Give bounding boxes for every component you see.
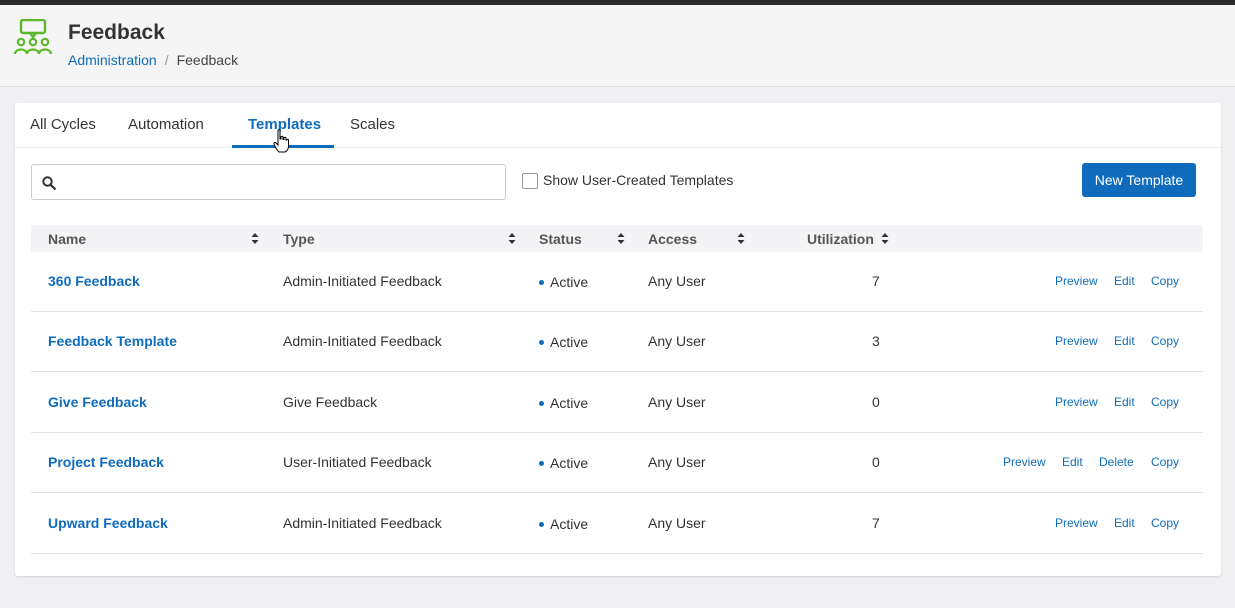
sort-icon[interactable] (881, 232, 889, 245)
preview-link[interactable]: Preview (1055, 395, 1098, 409)
status-badge: Active (539, 274, 588, 290)
access-value: Any User (648, 333, 706, 349)
table-header: Name Type Status Access Utilization (31, 225, 1203, 252)
breadcrumb: Administration / Feedback (68, 52, 238, 68)
new-template-button[interactable]: New Template (1082, 163, 1196, 197)
edit-link[interactable]: Edit (1114, 334, 1135, 348)
template-name-link[interactable]: 360 Feedback (48, 273, 140, 289)
status-dot-icon (539, 521, 544, 527)
template-name-link[interactable]: Upward Feedback (48, 515, 168, 531)
copy-link[interactable]: Copy (1151, 516, 1179, 530)
preview-link[interactable]: Preview (1055, 334, 1098, 348)
status-text: Active (550, 516, 589, 532)
preview-link[interactable]: Preview (1055, 274, 1098, 288)
table-row: Project Feedback User-Initiated Feedback… (31, 433, 1203, 493)
utilization-value: 0 (872, 394, 880, 410)
edit-link[interactable]: Edit (1114, 395, 1135, 409)
template-name-link[interactable]: Give Feedback (48, 394, 147, 410)
status-text: Active (550, 455, 589, 471)
status-text: Active (550, 395, 589, 411)
copy-link[interactable]: Copy (1151, 274, 1179, 288)
table-row: Give Feedback Give Feedback Active Any U… (31, 373, 1203, 433)
template-type: Admin-Initiated Feedback (283, 273, 442, 289)
page-header: Feedback Administration / Feedback (0, 5, 1235, 87)
sort-icon[interactable] (737, 232, 745, 245)
edit-link[interactable]: Edit (1062, 455, 1083, 469)
utilization-value: 3 (872, 333, 880, 349)
tab-all-cycles[interactable]: All Cycles (30, 116, 96, 133)
tab-scales[interactable]: Scales (350, 116, 395, 133)
copy-link[interactable]: Copy (1151, 334, 1179, 348)
breadcrumb-administration-link[interactable]: Administration (68, 52, 157, 68)
preview-link[interactable]: Preview (1003, 455, 1046, 469)
sort-icon[interactable] (251, 232, 259, 245)
hand-cursor-icon (273, 129, 289, 153)
status-dot-icon (539, 279, 544, 285)
utilization-value: 7 (872, 273, 880, 289)
access-value: Any User (648, 273, 706, 289)
table-row: Upward Feedback Admin-Initiated Feedback… (31, 494, 1203, 554)
copy-link[interactable]: Copy (1151, 395, 1179, 409)
column-header-utilization[interactable]: Utilization (807, 231, 874, 247)
feedback-logo-icon (14, 19, 52, 55)
sort-icon[interactable] (508, 232, 516, 245)
utilization-value: 0 (872, 454, 880, 470)
edit-link[interactable]: Edit (1114, 274, 1135, 288)
search-icon (42, 176, 56, 190)
sort-icon[interactable] (617, 232, 625, 245)
status-badge: Active (539, 334, 588, 350)
table-row: 360 Feedback Admin-Initiated Feedback Ac… (31, 252, 1203, 312)
status-text: Active (550, 334, 589, 350)
templates-card: All Cycles Automation Templates Scales S… (15, 103, 1221, 576)
status-text: Active (550, 274, 589, 290)
show-user-created-label[interactable]: Show User-Created Templates (543, 172, 733, 188)
utilization-value: 7 (872, 515, 880, 531)
tab-bar: All Cycles Automation Templates Scales (15, 103, 1221, 153)
show-user-created-checkbox[interactable] (522, 173, 538, 189)
template-name-link[interactable]: Feedback Template (48, 333, 177, 349)
page-title: Feedback (68, 21, 165, 44)
status-dot-icon (539, 339, 544, 345)
column-header-access[interactable]: Access (648, 231, 697, 247)
status-badge: Active (539, 395, 588, 411)
template-type: User-Initiated Feedback (283, 454, 432, 470)
preview-link[interactable]: Preview (1055, 516, 1098, 530)
access-value: Any User (648, 454, 706, 470)
search-box (31, 164, 506, 200)
template-type: Admin-Initiated Feedback (283, 515, 442, 531)
access-value: Any User (648, 515, 706, 531)
template-name-link[interactable]: Project Feedback (48, 454, 164, 470)
edit-link[interactable]: Edit (1114, 516, 1135, 530)
table-row: Feedback Template Admin-Initiated Feedba… (31, 312, 1203, 372)
status-dot-icon (539, 400, 544, 406)
breadcrumb-current: Feedback (176, 52, 239, 68)
delete-link[interactable]: Delete (1099, 455, 1134, 469)
status-badge: Active (539, 455, 588, 471)
template-type: Admin-Initiated Feedback (283, 333, 442, 349)
copy-link[interactable]: Copy (1151, 455, 1179, 469)
breadcrumb-separator: / (164, 52, 169, 68)
search-input[interactable] (64, 167, 499, 197)
column-header-type[interactable]: Type (283, 231, 315, 247)
column-header-status[interactable]: Status (539, 231, 582, 247)
access-value: Any User (648, 394, 706, 410)
status-dot-icon (539, 460, 544, 466)
column-header-name[interactable]: Name (48, 231, 86, 247)
status-badge: Active (539, 516, 588, 532)
template-type: Give Feedback (283, 394, 378, 410)
tab-automation[interactable]: Automation (128, 116, 204, 133)
